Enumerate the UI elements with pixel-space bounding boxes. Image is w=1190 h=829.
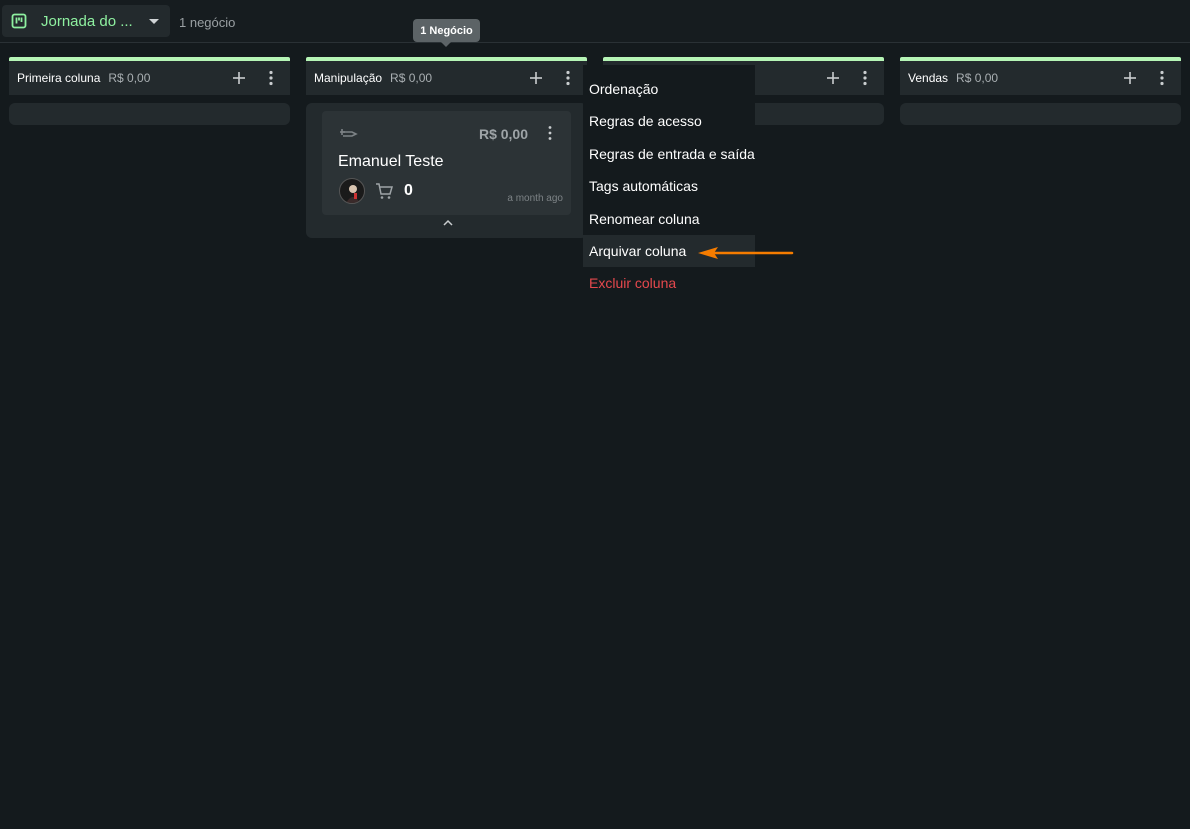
top-bar: Jornada do ... 1 negócio: [0, 0, 1190, 43]
column-name: Vendas: [908, 71, 949, 85]
deal-title: Emanuel Teste: [338, 153, 444, 170]
avatar[interactable]: [339, 178, 365, 204]
cart-icon: [376, 183, 393, 199]
column-total: R$ 0,00: [956, 71, 999, 85]
menu-item-regras-acesso[interactable]: Regras de acesso: [583, 105, 755, 137]
column-primeira: Primeira coluna R$ 0,00: [9, 57, 290, 125]
column-total: R$ 0,00: [390, 71, 433, 85]
more-vert-icon[interactable]: [547, 125, 553, 141]
column-vendas: Vendas R$ 0,00: [900, 57, 1181, 125]
column-total: R$ 0,00: [108, 71, 151, 85]
column-header: Vendas R$ 0,00: [900, 61, 1181, 95]
column-name: Manipulação: [314, 71, 383, 85]
column-body: R$ 0,00 Emanuel Teste 0 a month ago: [306, 103, 587, 238]
menu-item-regras-entrada-saida[interactable]: Regras de entrada e saída: [583, 138, 755, 170]
column-drop-zone: [900, 103, 1181, 125]
plus-icon[interactable]: [1123, 71, 1137, 85]
plus-icon[interactable]: [232, 71, 246, 85]
more-vert-icon[interactable]: [266, 70, 276, 86]
chevron-down-icon: [149, 19, 159, 24]
column-header: Primeira coluna R$ 0,00: [9, 61, 290, 95]
plus-icon[interactable]: [826, 71, 840, 85]
avatar-image: [346, 185, 360, 203]
column-name: Primeira coluna: [17, 71, 101, 85]
column-context-menu: Ordenação Regras de acesso Regras de ent…: [583, 65, 755, 303]
deal-count: 1 negócio: [179, 15, 236, 30]
pipeline-name: Jornada do ...: [41, 13, 133, 30]
menu-item-excluir-coluna[interactable]: Excluir coluna: [583, 267, 755, 299]
more-vert-icon[interactable]: [1157, 70, 1167, 86]
plus-icon[interactable]: [529, 71, 543, 85]
board-icon: [11, 13, 27, 29]
column-drop-zone: [9, 103, 290, 125]
menu-item-ordenacao[interactable]: Ordenação: [583, 73, 755, 105]
deal-timestamp: a month ago: [507, 193, 563, 204]
pipeline-selector[interactable]: Jornada do ...: [2, 5, 170, 37]
arrow-left-icon: [698, 247, 794, 259]
chevron-up-icon[interactable]: [442, 218, 454, 228]
tooltip: 1 Negócio: [413, 19, 480, 47]
more-vert-icon[interactable]: [860, 70, 870, 86]
column-header: Manipulação R$ 0,00: [306, 61, 587, 95]
deal-card[interactable]: R$ 0,00 Emanuel Teste 0 a month ago: [322, 111, 571, 215]
tag-icon: [340, 129, 358, 137]
more-vert-icon[interactable]: [563, 70, 573, 86]
menu-item-tags-automaticas[interactable]: Tags automáticas: [583, 170, 755, 202]
column-manipulacao: Manipulação R$ 0,00 R$ 0,00 Emanuel Test…: [306, 57, 587, 238]
menu-item-renomear-coluna[interactable]: Renomear coluna: [583, 203, 755, 235]
cart-count: 0: [404, 182, 413, 199]
deal-value: R$ 0,00: [478, 126, 528, 142]
